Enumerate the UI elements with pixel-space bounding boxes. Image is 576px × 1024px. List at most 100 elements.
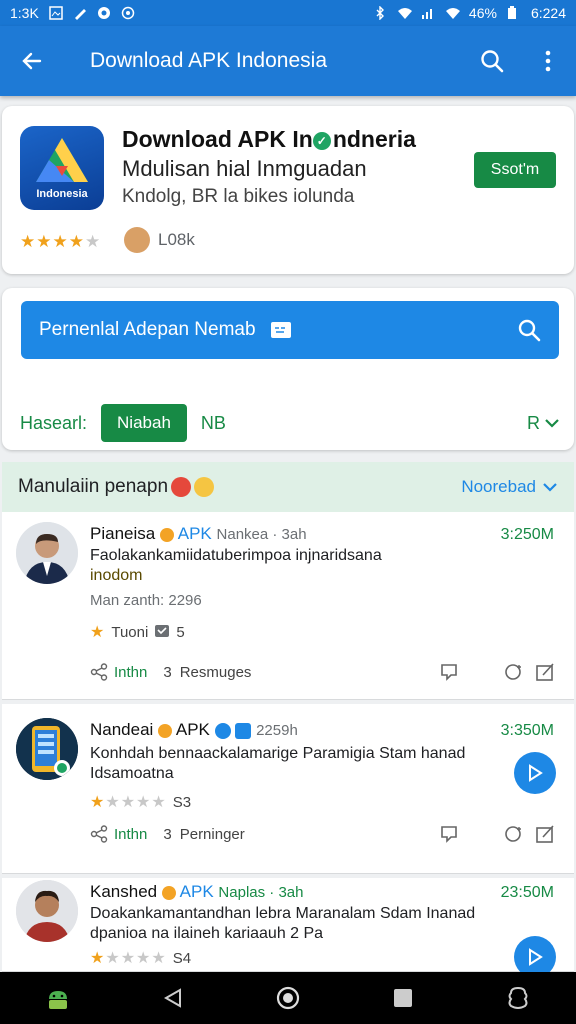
post-text-line1: Faolakankamiidatuberimpoa injnaridsana: [90, 547, 382, 564]
wifi-icon: [397, 6, 412, 20]
share-icon[interactable]: [90, 825, 108, 843]
recents-nav-button[interactable]: [383, 978, 423, 1018]
app-subtitle: Mdulisan hial Inmguadan: [122, 156, 367, 181]
post-text: Doakankamantandhan lebra Maranalam Sdam …: [90, 904, 500, 944]
section-header: Manulaiin penapn Noorebad: [2, 462, 574, 512]
back-nav-button[interactable]: [153, 978, 193, 1018]
chevron-down-icon: [543, 483, 557, 492]
keyboard-icon: [270, 322, 291, 338]
post-text: Konhdah bennaackalamarige Paramigia Stam…: [90, 744, 500, 784]
angry-emoji-icon: [171, 476, 192, 497]
drive-logo-icon: [36, 138, 88, 182]
post-author: Pianeisa: [90, 524, 156, 543]
section-more-dropdown[interactable]: Noorebad: [461, 477, 558, 497]
post-text-line1: Doakankamantandhan lebra Maranalam Sdam …: [90, 905, 476, 922]
reply-label[interactable]: Perninger: [180, 826, 245, 843]
section-title-text: Manulaiin penapn: [18, 476, 169, 497]
install-button[interactable]: Ssot'm: [474, 152, 556, 188]
status-time-right: 6:224: [530, 5, 566, 21]
badge-icon: [159, 527, 174, 542]
reply-count: 3: [163, 825, 172, 843]
app-title-main: Download APK In: [122, 126, 313, 152]
filter-chip-active[interactable]: Niabah: [101, 404, 187, 442]
react-icon[interactable]: [504, 823, 526, 845]
post-text-line2: Idsamoatna: [90, 765, 174, 782]
edit-icon: [73, 6, 87, 20]
avatar[interactable]: [16, 522, 78, 584]
post-header: Kanshed APK Naplas · 3ah: [90, 882, 303, 902]
status-time-left: 1:3K: [10, 5, 39, 21]
search-icon: [481, 50, 504, 73]
post-size: 23:50M: [500, 884, 554, 901]
app-title-rest: ndneria: [332, 126, 416, 152]
post-rating: ★★★★★ S3: [90, 792, 191, 812]
post-rating-label: Tuoni: [111, 623, 149, 641]
edit-box-icon[interactable]: [534, 661, 556, 683]
post-meta: Nankea · 3ah: [216, 526, 307, 543]
signal-icon: [421, 6, 435, 20]
post-link[interactable]: Inthn: [114, 664, 147, 681]
section-title: Manulaiin penapn: [18, 476, 215, 498]
page-title: Download APK Indonesia: [90, 49, 327, 72]
post-brand: APK: [177, 524, 212, 543]
more-menu-button[interactable]: [520, 26, 576, 96]
edit-box-icon[interactable]: [534, 823, 556, 845]
chevron-down-icon: [545, 419, 559, 428]
star-icon: ★: [90, 624, 106, 641]
post-rating-count: 5: [176, 623, 185, 641]
comment-icon: [155, 625, 170, 637]
avatar[interactable]: [16, 880, 78, 942]
home-nav-button[interactable]: [268, 978, 308, 1018]
downloads-avatar-icon: [124, 227, 150, 253]
assistant-button[interactable]: [38, 978, 78, 1018]
post-note: Man zanth: 2296: [90, 592, 202, 609]
verified-icon: ✓: [312, 131, 331, 150]
badge-icon: [161, 885, 176, 900]
react-icon[interactable]: [504, 661, 526, 683]
extra-nav-button[interactable]: [498, 978, 538, 1018]
post-size: 3:350M: [500, 722, 554, 739]
badge-icon: [158, 723, 173, 738]
post-text: Faolakankamiidatuberimpoa injnaridsana in…: [90, 546, 490, 586]
search-button[interactable]: [464, 26, 520, 96]
filter-label: Hasearl:: [20, 412, 88, 433]
post-meta: 2259h: [256, 722, 298, 739]
reply-label[interactable]: Resmuges: [180, 664, 252, 681]
app-rating-stars: ★★★★★: [20, 232, 102, 251]
post-stars: ★★★★★: [90, 794, 167, 811]
post-rating: ★ Tuoni 5: [90, 622, 185, 642]
home-circle-icon: [276, 986, 300, 1010]
share-icon[interactable]: [90, 663, 108, 681]
post-author: Nandeai: [90, 720, 154, 739]
play-button[interactable]: [514, 752, 556, 794]
download-count: L08k: [158, 230, 195, 249]
app-title: Download APK In ✓ ndneria: [122, 126, 416, 153]
section-more-label: Noorebad: [461, 477, 536, 496]
triangle-back-icon: [163, 988, 181, 1008]
app-icon[interactable]: Indonesia: [20, 126, 104, 210]
search-input[interactable]: Pernenlal Adepan Nemab: [21, 301, 559, 359]
arrow-left-icon: [22, 52, 42, 70]
post-stars-count: S4: [172, 949, 192, 967]
avatar[interactable]: [16, 718, 78, 780]
battery-icon: [507, 6, 521, 20]
post-author: Kanshed: [90, 882, 158, 901]
back-button[interactable]: [0, 26, 64, 96]
search-icon[interactable]: [517, 318, 541, 342]
reply-count: 3: [163, 663, 172, 681]
post-stars: ★★★★★: [90, 950, 167, 967]
comment-bubble-icon[interactable]: [438, 661, 460, 683]
smile-emoji-icon: [194, 476, 215, 497]
post-actions: Inthn 3 Perninger: [90, 822, 556, 846]
wifi-icon-2: [445, 6, 460, 20]
comment-bubble-icon[interactable]: [438, 823, 460, 845]
post-brand: APK: [179, 882, 214, 901]
filter-chip[interactable]: NB: [201, 413, 226, 434]
app-icon-label: Indonesia: [36, 188, 88, 200]
sort-dropdown[interactable]: R: [527, 413, 560, 434]
post-size: 3:250M: [500, 526, 554, 543]
app-developer: Kndolg, BR la bikes iolunda: [122, 186, 355, 207]
app-bar: Download APK Indonesia: [0, 26, 576, 96]
battery-percent: 46%: [468, 5, 497, 21]
post-link[interactable]: Inthn: [114, 826, 147, 843]
